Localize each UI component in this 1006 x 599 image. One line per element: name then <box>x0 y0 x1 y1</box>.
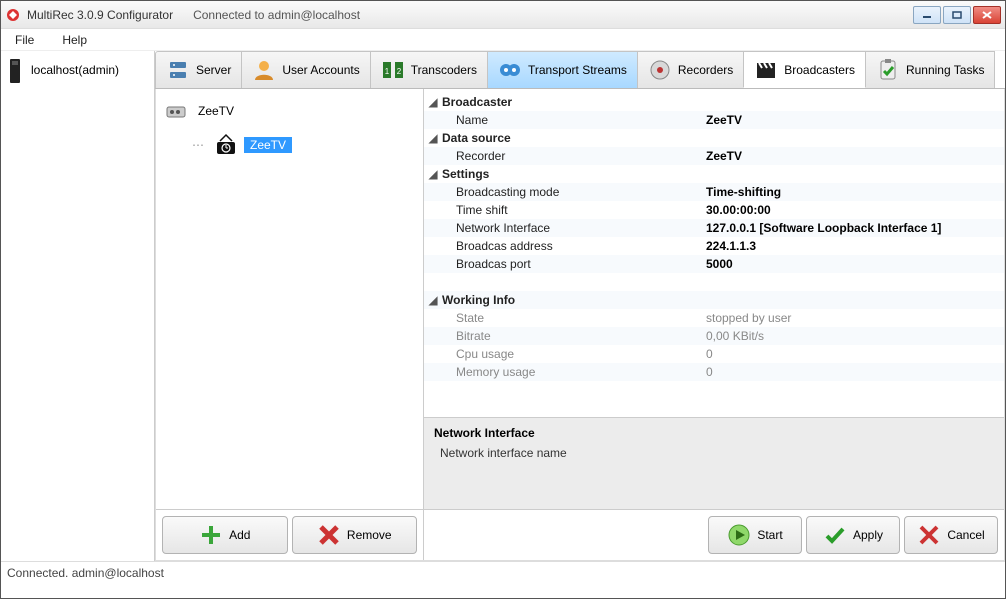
minimize-button[interactable] <box>913 6 941 24</box>
host-label: localhost(admin) <box>31 63 119 77</box>
tree-root[interactable]: ZeeTV <box>164 97 415 125</box>
cancel-button-label: Cancel <box>947 528 984 542</box>
svg-text:2: 2 <box>396 67 401 76</box>
tab-running-tasks[interactable]: Running Tasks <box>865 51 996 88</box>
tab-transcoders[interactable]: 12 Transcoders <box>370 51 488 88</box>
menu-bar: File Help <box>1 29 1005 51</box>
clapper-icon <box>754 58 778 82</box>
tab-recorders[interactable]: Recorders <box>637 51 744 88</box>
window-connection-text: Connected to admin@localhost <box>193 8 360 22</box>
prop-cpu-label: Cpu usage <box>442 347 700 361</box>
device-icon <box>164 99 188 123</box>
tree-child-label: ZeeTV <box>244 137 292 153</box>
tree-child-selected[interactable]: ⋯ ZeeTV <box>192 131 415 159</box>
prop-shift-label: Time shift <box>442 203 700 217</box>
prop-addr-val[interactable]: 224.1.1.3 <box>700 239 1004 253</box>
prop-name-label: Name <box>442 113 700 127</box>
tab-user-accounts[interactable]: User Accounts <box>241 51 370 88</box>
tab-users-label: User Accounts <box>282 63 359 77</box>
host-item[interactable]: localhost(admin) <box>1 51 154 89</box>
status-bar: Connected. admin@localhost <box>1 561 1005 583</box>
prop-bitrate-val: 0,00 KBit/s <box>700 329 1004 343</box>
cat-datasource: Data source <box>442 131 700 145</box>
remove-button-label: Remove <box>347 528 392 542</box>
svg-text:1: 1 <box>384 67 389 76</box>
broadcaster-tree-pane: ZeeTV ⋯ ZeeTV Add Remove <box>156 89 424 560</box>
prop-port-label: Broadcas port <box>442 257 700 271</box>
tab-broadcasters[interactable]: Broadcasters <box>743 51 866 88</box>
title-bar: MultiRec 3.0.9 Configurator Connected to… <box>1 1 1005 29</box>
prop-state-val: stopped by user <box>700 311 1004 325</box>
broadcast-clock-icon <box>214 133 238 157</box>
tab-server-label: Server <box>196 63 231 77</box>
clipboard-check-icon <box>876 58 900 82</box>
close-button[interactable] <box>973 6 1001 24</box>
x-icon <box>317 523 341 547</box>
maximize-button[interactable] <box>943 6 971 24</box>
prop-mode-val[interactable]: Time-shifting <box>700 185 1004 199</box>
add-button-label: Add <box>229 528 250 542</box>
start-button[interactable]: Start <box>708 516 802 554</box>
tab-server[interactable]: Server <box>155 51 242 88</box>
prop-mode-label: Broadcasting mode <box>442 185 700 199</box>
prop-cpu-val: 0 <box>700 347 1004 361</box>
prop-bitrate-label: Bitrate <box>442 329 700 343</box>
prop-iface-val[interactable]: 127.0.0.1 [Software Loopback Interface 1… <box>700 221 1004 235</box>
transcoder-icon: 12 <box>381 58 405 82</box>
status-text: Connected. admin@localhost <box>7 566 164 580</box>
disc-icon <box>648 58 672 82</box>
cat-settings: Settings <box>442 167 700 181</box>
apply-button[interactable]: Apply <box>806 516 900 554</box>
play-icon <box>727 523 751 547</box>
prop-iface-label: Network Interface <box>442 221 700 235</box>
cancel-button[interactable]: Cancel <box>904 516 998 554</box>
user-icon <box>252 58 276 82</box>
film-icon <box>498 58 522 82</box>
tab-transcoders-label: Transcoders <box>411 63 477 77</box>
remove-button[interactable]: Remove <box>292 516 418 554</box>
tree-root-label: ZeeTV <box>194 103 238 119</box>
menu-file[interactable]: File <box>9 31 40 49</box>
tower-icon <box>5 57 25 83</box>
prop-recorder-val[interactable]: ZeeTV <box>700 149 1004 163</box>
menu-help[interactable]: Help <box>56 31 93 49</box>
plus-icon <box>199 523 223 547</box>
app-icon <box>5 7 21 23</box>
tab-broadcasters-label: Broadcasters <box>784 63 855 77</box>
property-pane: ◢Broadcaster NameZeeTV ◢Data source Reco… <box>424 89 1004 560</box>
server-icon <box>166 58 190 82</box>
tab-recorders-label: Recorders <box>678 63 733 77</box>
add-button[interactable]: Add <box>162 516 288 554</box>
tab-transport-label: Transport Streams <box>528 63 627 77</box>
start-button-label: Start <box>757 528 782 542</box>
prop-state-label: State <box>442 311 700 325</box>
prop-mem-label: Memory usage <box>442 365 700 379</box>
prop-shift-val[interactable]: 30.00:00:00 <box>700 203 1004 217</box>
prop-addr-label: Broadcas address <box>442 239 700 253</box>
prop-port-val[interactable]: 5000 <box>700 257 1004 271</box>
desc-title: Network Interface <box>434 426 994 440</box>
tab-tasks-label: Running Tasks <box>906 63 985 77</box>
description-panel: Network Interface Network interface name <box>424 417 1004 509</box>
window-title: MultiRec 3.0.9 Configurator <box>27 8 173 22</box>
tree-branch-icon: ⋯ <box>192 138 204 152</box>
cat-working: Working Info <box>442 293 700 307</box>
apply-button-label: Apply <box>853 528 883 542</box>
property-grid[interactable]: ◢Broadcaster NameZeeTV ◢Data source Reco… <box>424 89 1004 417</box>
tab-transport-streams[interactable]: Transport Streams <box>487 51 638 88</box>
broadcaster-tree[interactable]: ZeeTV ⋯ ZeeTV <box>156 89 423 509</box>
prop-recorder-label: Recorder <box>442 149 700 163</box>
tab-strip: Server User Accounts 12 Transcoders Tran… <box>155 51 1005 89</box>
check-icon <box>823 523 847 547</box>
host-pane: localhost(admin) <box>1 51 155 561</box>
desc-body: Network interface name <box>434 446 994 460</box>
prop-name-val[interactable]: ZeeTV <box>700 113 1004 127</box>
cat-broadcaster: Broadcaster <box>442 95 700 109</box>
prop-mem-val: 0 <box>700 365 1004 379</box>
cancel-icon <box>917 523 941 547</box>
